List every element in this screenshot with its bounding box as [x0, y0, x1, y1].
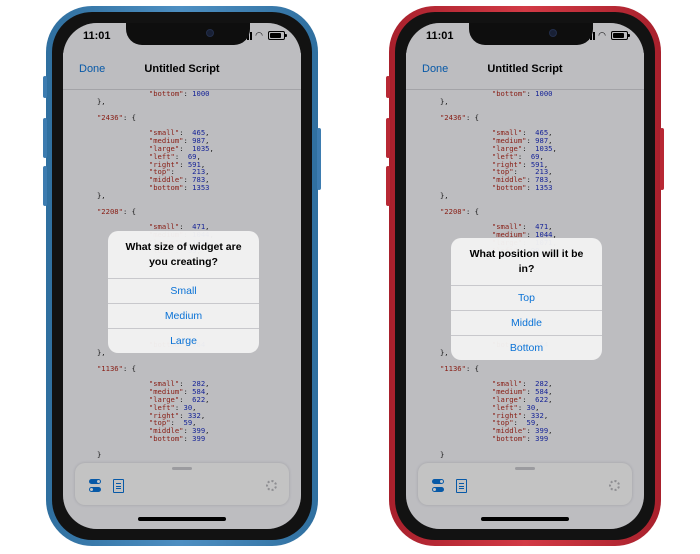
phone-right: 11:01 ◠ Done Untitled Script "bottom": 1…	[386, 6, 664, 546]
middle-option-button[interactable]: Middle	[451, 310, 602, 335]
small-option-button[interactable]: Small	[108, 278, 259, 303]
dialog-title: What position will it be in?	[469, 248, 584, 275]
screen: 11:01 ◠ Done Untitled Script "bottom": 1…	[63, 23, 301, 529]
volume-down-button	[43, 166, 47, 206]
top-option-button[interactable]: Top	[451, 285, 602, 310]
volume-up-button	[386, 118, 390, 158]
phone-left: 11:01 ◠ Done Untitled Script "bottom": 1…	[43, 6, 321, 546]
silent-switch	[386, 76, 390, 98]
bottom-option-button[interactable]: Bottom	[451, 335, 602, 360]
side-button	[317, 128, 321, 190]
volume-down-button	[386, 166, 390, 206]
bezel: 11:01 ◠ Done Untitled Script "bottom": 1…	[395, 12, 655, 540]
volume-up-button	[43, 118, 47, 158]
bezel: 11:01 ◠ Done Untitled Script "bottom": 1…	[52, 12, 312, 540]
medium-option-button[interactable]: Medium	[108, 303, 259, 328]
widget-size-dialog: What size of widget are you creating? Sm…	[108, 231, 259, 353]
silent-switch	[43, 76, 47, 98]
screen: 11:01 ◠ Done Untitled Script "bottom": 1…	[406, 23, 644, 529]
widget-position-dialog: What position will it be in? Top Middle …	[451, 238, 602, 360]
side-button	[660, 128, 664, 190]
dialog-title: What size of widget are you creating?	[125, 241, 242, 268]
large-option-button[interactable]: Large	[108, 328, 259, 353]
